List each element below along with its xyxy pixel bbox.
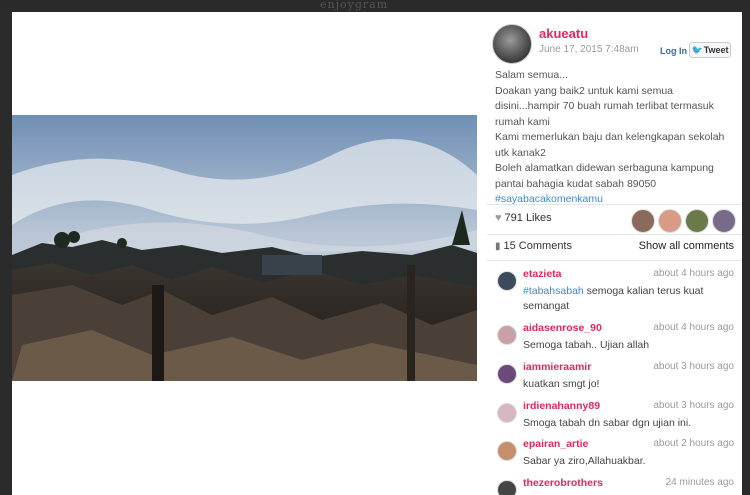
post-caption: Salam semua... Doakan yang baik2 untuk k… <box>495 68 733 208</box>
comment-avatar[interactable] <box>497 325 517 345</box>
liker-avatar[interactable] <box>631 209 655 233</box>
comment-avatar[interactable] <box>497 271 517 291</box>
comment-item: thezerobrothers 24 minutes ago <box>487 477 742 495</box>
twitter-bird-icon: 🐦 <box>691 45 703 55</box>
post-username[interactable]: akueatu <box>539 26 588 41</box>
backdrop-left <box>0 12 12 495</box>
photo-area <box>12 12 477 495</box>
comment-username[interactable]: etazieta <box>523 268 562 280</box>
liker-avatar[interactable] <box>685 209 709 233</box>
comment-username[interactable]: thezerobrothers <box>523 477 603 489</box>
comment-bubble-icon: ▮ <box>495 241 501 252</box>
show-all-comments-link[interactable]: Show all comments <box>639 240 734 252</box>
comment-item: etazieta about 4 hours ago #tabahsabah s… <box>487 268 742 312</box>
comment-avatar[interactable] <box>497 364 517 384</box>
caption-line: Doakan yang baik2 untuk kami semua disin… <box>495 84 714 128</box>
photo-bottom-space <box>12 381 477 495</box>
comment-body: kuatkan smgt jo! <box>523 378 600 390</box>
likes-row: ♥ 791 Likes <box>495 212 552 224</box>
comment-time: about 4 hours ago <box>653 268 734 279</box>
comment-item: epairan_artie about 2 hours ago Sabar ya… <box>487 438 742 478</box>
comment-avatar[interactable] <box>497 441 517 461</box>
comment-time: about 3 hours ago <box>653 400 734 411</box>
comment-username[interactable]: iammieraamir <box>523 361 591 373</box>
comment-time: about 3 hours ago <box>653 361 734 372</box>
comments-count-row: ▮ 15 Comments <box>495 240 572 252</box>
caption-line: Salam semua... <box>495 69 568 81</box>
comment-time: about 4 hours ago <box>653 322 734 333</box>
post-sidebar: akueatu June 17, 2015 7:48am Log In 🐦Twe… <box>487 12 742 495</box>
comments-count: 15 Comments <box>503 240 572 252</box>
backdrop-right <box>742 12 750 495</box>
divider <box>487 260 742 261</box>
post-photo[interactable] <box>12 115 477 381</box>
site-brand: enjoygram <box>320 0 389 11</box>
likes-count: 791 Likes <box>504 212 552 224</box>
liker-avatar[interactable] <box>712 209 736 233</box>
heart-icon: ♥ <box>495 212 502 224</box>
divider <box>487 204 742 205</box>
comment-item: aidasenrose_90 about 4 hours ago Semoga … <box>487 322 742 362</box>
caption-line: Kami memerlukan baju dan kelengkapan sek… <box>495 131 725 159</box>
comment-hashtag[interactable]: #tabahsabah <box>523 285 584 297</box>
caption-hashtag[interactable]: #sayabacakomenkamu <box>495 192 733 208</box>
post-date: June 17, 2015 7:48am <box>539 44 639 55</box>
site-header: enjoygram <box>0 0 750 12</box>
post-modal: akueatu June 17, 2015 7:48am Log In 🐦Twe… <box>12 12 742 495</box>
user-avatar[interactable] <box>492 24 532 64</box>
comment-body: Smoga tabah dn sabar dgn ujian ini. <box>523 417 692 429</box>
divider <box>487 234 742 235</box>
comment-time: 24 minutes ago <box>665 477 734 488</box>
comment-body: Sabar ya ziro,Allahuakbar. <box>523 455 646 467</box>
caption-line: Boleh alamatkan didewan serbaguna kampun… <box>495 162 714 190</box>
login-link[interactable]: Log In <box>660 46 687 56</box>
comment-username[interactable]: irdienahanny89 <box>523 400 600 412</box>
comment-time: about 2 hours ago <box>653 438 734 449</box>
tweet-button[interactable]: 🐦Tweet <box>689 42 731 58</box>
comment-item: iammieraamir about 3 hours ago kuatkan s… <box>487 361 742 401</box>
comment-avatar[interactable] <box>497 403 517 423</box>
comment-avatar[interactable] <box>497 480 517 495</box>
tweet-label: Tweet <box>703 45 729 55</box>
comment-item: irdienahanny89 about 3 hours ago Smoga t… <box>487 400 742 440</box>
comment-username[interactable]: epairan_artie <box>523 438 588 450</box>
comment-body: Semoga tabah.. Ujian allah <box>523 339 650 351</box>
comment-username[interactable]: aidasenrose_90 <box>523 322 602 334</box>
liker-avatar[interactable] <box>658 209 682 233</box>
comment-text: #tabahsabah semoga kalian terus kuat sem… <box>523 284 723 314</box>
